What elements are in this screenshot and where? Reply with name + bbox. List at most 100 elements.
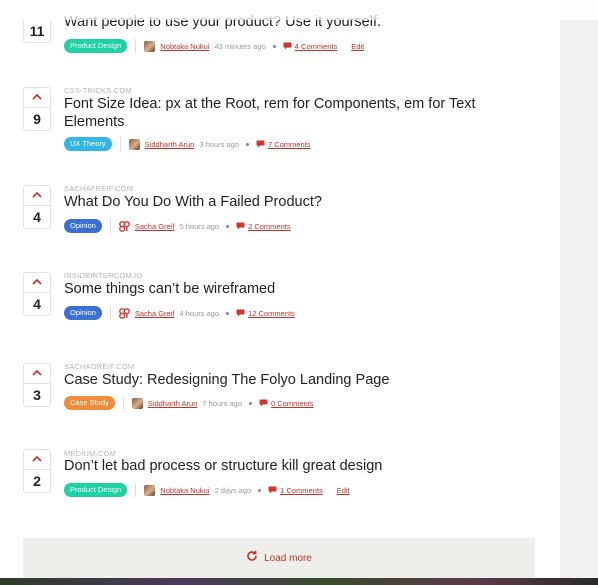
vote-box: 4 (23, 272, 51, 316)
vote-count: 2 (33, 473, 41, 489)
post-title[interactable]: Don’t let bad process or structure kill … (64, 457, 484, 475)
comments-count: 4 Comments (294, 41, 338, 51)
author-link[interactable]: Siddharth Arun (145, 140, 195, 149)
comment-bubble-icon (259, 399, 268, 407)
post-meta: Product Design Nobtaka Nukui 43 minutes ag… (64, 38, 364, 54)
chevron-up-icon (32, 278, 42, 285)
category-badge[interactable]: Opinion (64, 219, 102, 233)
vote-count: 9 (33, 111, 41, 127)
posts-panel: 11 Want people to use your product? Use i… (0, 0, 560, 578)
comments-link[interactable]: 1 Comments (268, 486, 323, 495)
post-domain[interactable]: SACHAFREIF.COM (64, 184, 133, 193)
meta-dot (226, 224, 230, 228)
post-meta: Opinion Sacha Greif 5 hours ago 2 Comments (64, 218, 291, 234)
post-domain[interactable]: CSS-TRICKS.COM (64, 86, 132, 95)
meta-dot (226, 311, 230, 315)
post-time: 43 minutes ago (214, 41, 266, 51)
comments-count: 1 Comments (280, 485, 323, 495)
post-title[interactable]: Case Study: Redesigning The Folyo Landin… (64, 371, 484, 389)
category-badge[interactable]: Case Study (64, 396, 115, 410)
meta-divider (109, 306, 111, 320)
comment-bubble-icon (256, 140, 265, 148)
post-time: 7 hours ago (202, 398, 243, 408)
upvote-button[interactable] (24, 186, 50, 206)
comments-link[interactable]: 7 Comments (256, 139, 311, 149)
meta-dot (258, 488, 262, 492)
comments-link[interactable]: 0 Comments (259, 399, 314, 408)
post-meta: Case Study Siddharth Arun 7 hours ago 0 Com… (64, 395, 314, 411)
upvote-button[interactable] (24, 450, 50, 470)
meta-divider (122, 396, 124, 410)
comment-bubble-icon (236, 309, 245, 317)
post-title[interactable]: Some things can’t be wireframed (64, 280, 484, 298)
vote-box: 3 (23, 363, 51, 407)
comments-count: 2 Comments (248, 221, 291, 231)
vote-box: 4 (23, 185, 51, 229)
meta-divider (119, 137, 121, 151)
vote-box: 9 (23, 87, 51, 131)
comments-count: 7 Comments (267, 139, 311, 149)
refresh-icon (246, 549, 258, 567)
upvote-button[interactable] (24, 364, 50, 384)
chevron-up-icon (32, 93, 42, 100)
post-time: 2 days ago (214, 485, 252, 495)
author-avatar (128, 138, 140, 150)
edit-link[interactable]: Edit (337, 486, 350, 495)
author-link[interactable]: Nobtaka Nukui (160, 42, 209, 51)
top-fade (0, 0, 598, 20)
post-title[interactable]: Font Size Idea: px at the Root, rem for … (64, 95, 484, 131)
meta-divider (135, 39, 137, 53)
author-avatar (144, 40, 156, 52)
comments-count: 0 Comments (271, 398, 314, 408)
load-more-label: Load more (264, 552, 312, 564)
comments-link[interactable]: 4 Comments (283, 41, 338, 51)
author-avatar (144, 484, 156, 496)
post-time: 3 hours ago (199, 139, 239, 149)
comment-bubble-icon (236, 222, 245, 230)
page: 11 Want people to use your product? Use i… (0, 0, 598, 585)
post-meta: UX Theory Siddharth Arun 3 hours ago 7 Comm… (64, 136, 310, 152)
author-avatar (118, 307, 130, 319)
meta-divider (135, 483, 137, 497)
edit-link[interactable]: Edit (351, 42, 364, 51)
chevron-up-icon (32, 369, 42, 376)
meta-dot (249, 401, 253, 405)
post-time: 4 hours ago (179, 308, 220, 318)
author-link[interactable]: Nobtaka Nukui (160, 486, 209, 495)
meta-divider (109, 219, 111, 233)
category-badge[interactable]: Product Design (64, 483, 128, 497)
chevron-up-icon (32, 455, 42, 462)
load-more-button[interactable]: Load more (23, 538, 535, 578)
comments-count: 12 Comments (248, 308, 295, 318)
vote-count: 4 (33, 296, 41, 312)
vote-count: 4 (33, 209, 41, 225)
author-avatar (131, 397, 143, 409)
author-link[interactable]: Sacha Greif (135, 222, 175, 231)
meta-dot (245, 142, 249, 146)
post-meta: Opinion Sacha Greif 4 hours ago 12 Comments (64, 305, 295, 321)
category-badge[interactable]: Product Design (64, 39, 128, 53)
background-image-strip (0, 578, 598, 585)
comments-link[interactable]: 12 Comments (236, 309, 295, 318)
post-domain[interactable]: SACHAGREIF.COM (64, 362, 134, 371)
category-badge[interactable]: Opinion (64, 306, 102, 320)
author-avatar (118, 220, 130, 232)
author-link[interactable]: Sacha Greif (135, 309, 175, 318)
post-meta: Product Design Nobtaka Nukui 2 days ago 1 C… (64, 482, 350, 498)
comments-link[interactable]: 2 Comments (236, 222, 291, 231)
upvote-button[interactable] (24, 88, 50, 108)
upvote-button[interactable] (24, 273, 50, 293)
vote-count: 11 (29, 23, 45, 39)
category-badge[interactable]: UX Theory (64, 137, 112, 151)
post-time: 5 hours ago (179, 221, 220, 231)
vote-box: 11 (23, 20, 51, 43)
comment-bubble-icon (268, 486, 277, 494)
vote-count: 3 (33, 387, 41, 403)
meta-dot (272, 44, 276, 48)
post-title[interactable]: What Do You Do With a Failed Product? (64, 193, 484, 211)
vote-box: 2 (23, 449, 51, 493)
comment-bubble-icon (283, 42, 292, 50)
author-link[interactable]: Siddharth Arun (148, 399, 198, 408)
post-domain[interactable]: INSIDEINTERCOM.IO (64, 271, 142, 280)
chevron-up-icon (32, 191, 42, 198)
